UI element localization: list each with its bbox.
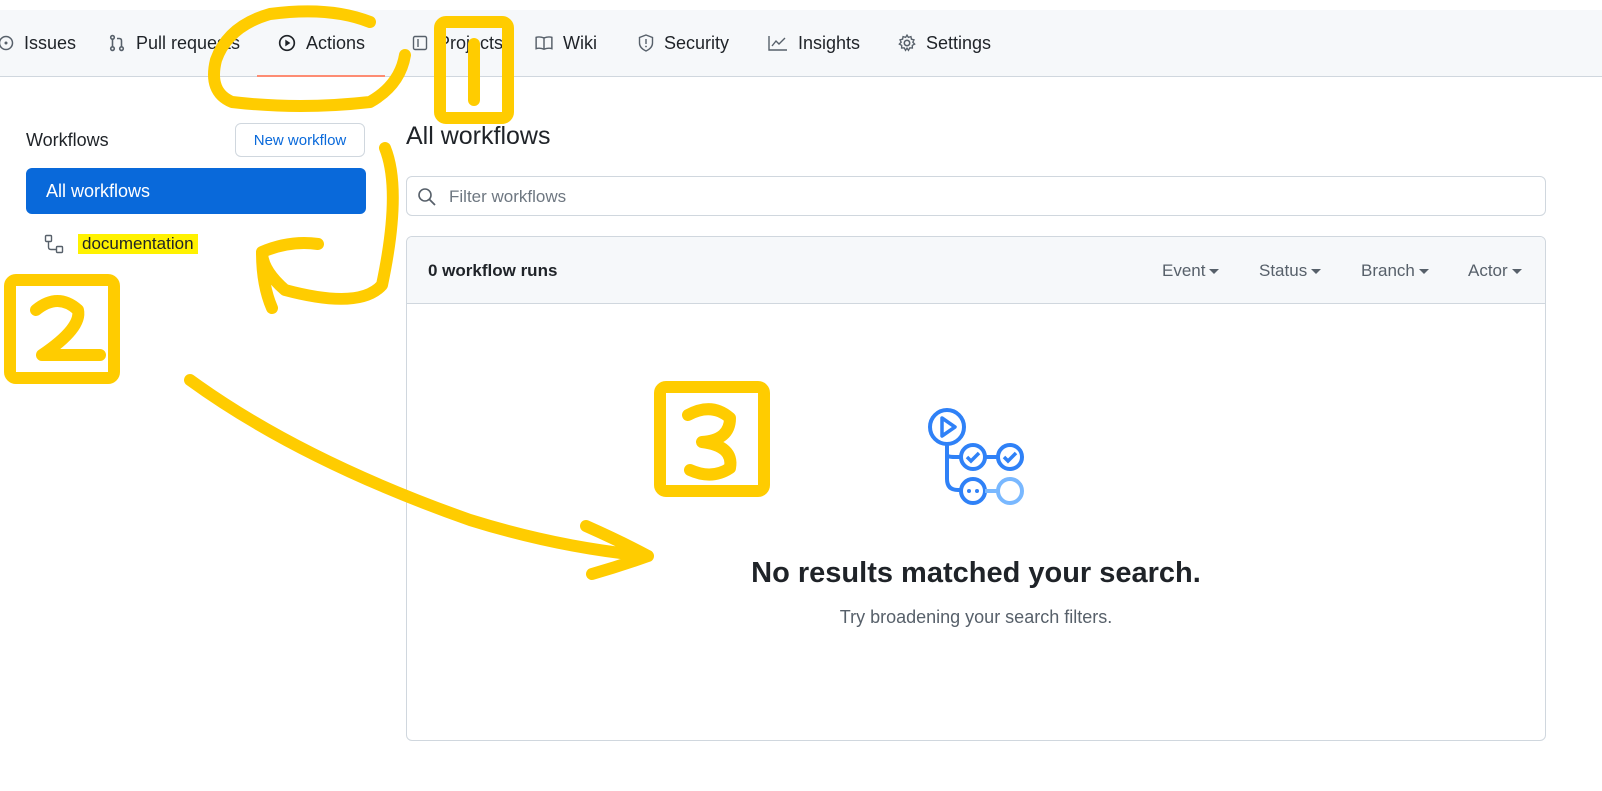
empty-state-subtitle: Try broadening your search filters. <box>839 607 1113 627</box>
annotation-digit-2 <box>30 295 106 361</box>
tab-security[interactable]: Security <box>638 10 729 76</box>
filter-workflows-input[interactable] <box>447 178 1531 216</box>
actor-filter-dropdown[interactable]: Actor <box>1468 261 1522 281</box>
workflow-runs-count: 0 workflow runs <box>428 261 558 280</box>
tab-issues[interactable]: Issues <box>0 10 76 76</box>
pull-request-icon <box>109 34 125 52</box>
workflow-icon <box>44 234 64 254</box>
annotation-box-2 <box>4 274 120 384</box>
search-icon <box>418 188 436 206</box>
tab-label: Insights <box>798 32 861 53</box>
workflow-empty-state-icon <box>928 408 1024 505</box>
event-filter-label: Event <box>1162 261 1206 280</box>
actor-filter-label: Actor <box>1468 261 1508 280</box>
tab-label: Projects <box>438 32 504 53</box>
workflow-runs-header: 0 workflow runs Event Status Branch Acto… <box>407 237 1545 304</box>
tab-projects[interactable]: Projects <box>412 10 503 76</box>
sidebar-title: Workflows <box>26 130 109 150</box>
gear-icon <box>898 34 916 52</box>
caret-down-icon <box>1511 269 1522 275</box>
tab-pull-requests[interactable]: Pull requests <box>108 10 240 76</box>
filter-workflows-field[interactable] <box>406 176 1546 216</box>
active-tab-indicator <box>257 75 385 77</box>
tab-label: Pull requests <box>136 32 241 53</box>
status-filter-dropdown[interactable]: Status <box>1259 261 1322 281</box>
tab-insights[interactable]: Insights <box>768 10 860 76</box>
tab-settings[interactable]: Settings <box>898 10 991 76</box>
graph-icon <box>768 36 787 51</box>
tab-label: Actions <box>306 32 366 53</box>
caret-down-icon <box>1418 269 1429 275</box>
sidebar-item-label: documentation <box>78 234 198 254</box>
tab-label: Wiki <box>563 32 597 53</box>
repo-nav: Issues Pull requests Actions Projects Wi… <box>0 10 1602 77</box>
new-workflow-button[interactable]: New workflow <box>235 123 365 157</box>
sidebar-item-all-workflows[interactable]: All workflows <box>26 168 366 214</box>
issue-icon <box>0 35 14 51</box>
shield-icon <box>638 34 654 52</box>
tab-label: Issues <box>24 32 77 53</box>
status-filter-label: Status <box>1259 261 1308 280</box>
caret-down-icon <box>1209 269 1220 275</box>
book-icon <box>535 36 553 50</box>
page-title: All workflows <box>406 122 551 150</box>
empty-state-title: No results matched your search. <box>751 557 1201 589</box>
branch-filter-label: Branch <box>1361 261 1415 280</box>
sidebar-item-documentation[interactable]: documentation <box>44 230 198 258</box>
tab-label: Security <box>664 32 730 53</box>
event-filter-dropdown[interactable]: Event <box>1162 261 1220 281</box>
sidebar-item-label: All workflows <box>46 180 151 201</box>
caret-down-icon <box>1311 269 1322 275</box>
tab-actions[interactable]: Actions <box>278 10 365 76</box>
play-icon <box>278 34 296 52</box>
tab-wiki[interactable]: Wiki <box>535 10 597 76</box>
project-icon <box>412 35 428 51</box>
tab-label: Settings <box>926 32 992 53</box>
branch-filter-dropdown[interactable]: Branch <box>1361 261 1429 281</box>
workflow-runs-panel: 0 workflow runs Event Status Branch Acto… <box>406 236 1546 741</box>
